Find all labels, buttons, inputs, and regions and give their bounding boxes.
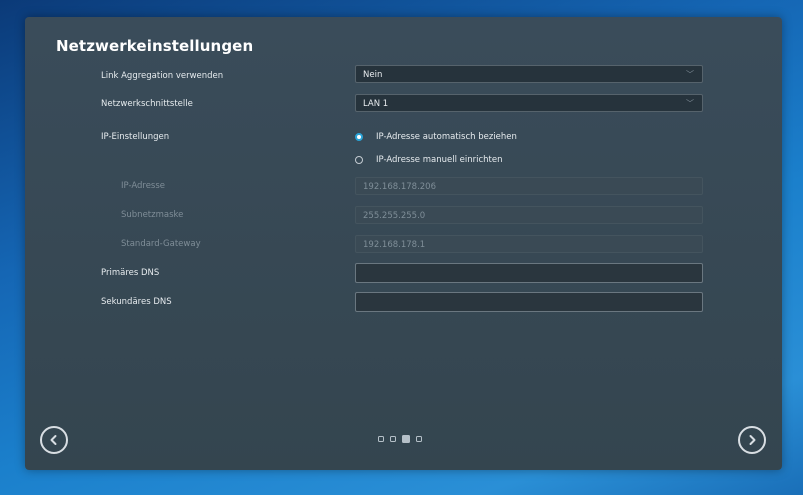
interface-value: LAN 1 [363,99,389,109]
link-aggregation-select[interactable]: Nein ﹀ [355,65,703,83]
link-aggregation-value: Nein [363,70,383,80]
secondary-dns-input[interactable] [355,292,703,312]
interface-select[interactable]: LAN 1 ﹀ [355,94,703,112]
subnet-mask-label: Subnetzmaske [121,210,184,220]
page-dot-3[interactable] [402,435,410,443]
radio-manual-ip-label: IP-Adresse manuell einrichten [376,155,503,165]
page-title: Netzwerkeinstellungen [56,37,254,55]
network-settings-panel: Netzwerkeinstellungen Link Aggregation v… [25,17,782,470]
gateway-input: 192.168.178.1 [355,235,703,253]
radio-auto-ip-label: IP-Adresse automatisch beziehen [376,132,517,142]
previous-button[interactable] [40,426,68,454]
link-aggregation-label: Link Aggregation verwenden [101,71,224,81]
chevron-left-icon [50,435,57,445]
secondary-dns-label: Sekundäres DNS [101,297,172,307]
page-dot-4[interactable] [416,436,422,442]
primary-dns-label: Primäres DNS [101,268,160,278]
next-button[interactable] [738,426,766,454]
ip-settings-label: IP-Einstellungen [101,132,170,142]
pagination-dots [378,435,422,443]
interface-label: Netzwerkschnittstelle [101,99,193,109]
primary-dns-input[interactable] [355,263,703,283]
radio-manual-ip[interactable]: IP-Adresse manuell einrichten [355,154,502,166]
radio-auto-ip[interactable]: IP-Adresse automatisch beziehen [355,131,517,143]
chevron-down-icon: ﹀ [686,99,694,108]
gateway-label: Standard-Gateway [121,239,201,249]
radio-unchecked-icon[interactable] [355,156,363,164]
page-dot-1[interactable] [378,436,384,442]
ip-address-input: 192.168.178.206 [355,177,703,195]
radio-checked-icon[interactable] [355,133,363,141]
chevron-right-icon [749,435,756,445]
chevron-down-icon: ﹀ [686,70,694,79]
subnet-mask-input: 255.255.255.0 [355,206,703,224]
page-dot-2[interactable] [390,436,396,442]
ip-address-label: IP-Adresse [121,181,166,191]
